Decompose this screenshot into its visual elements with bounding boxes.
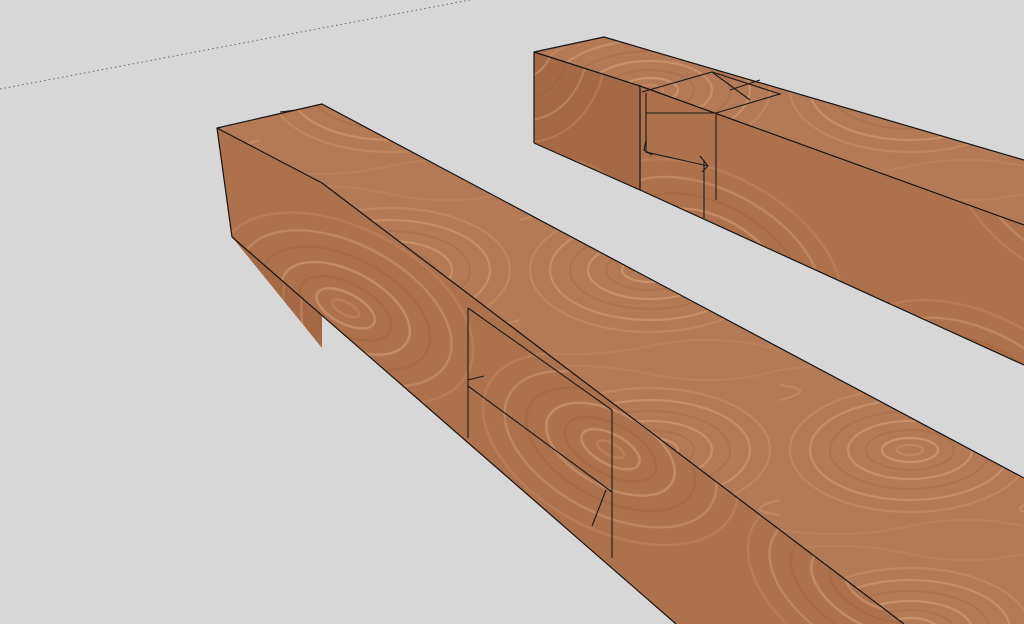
modeling-viewport[interactable] (0, 0, 1024, 624)
scene-canvas[interactable] (0, 0, 1024, 624)
axis-line (0, 0, 471, 90)
